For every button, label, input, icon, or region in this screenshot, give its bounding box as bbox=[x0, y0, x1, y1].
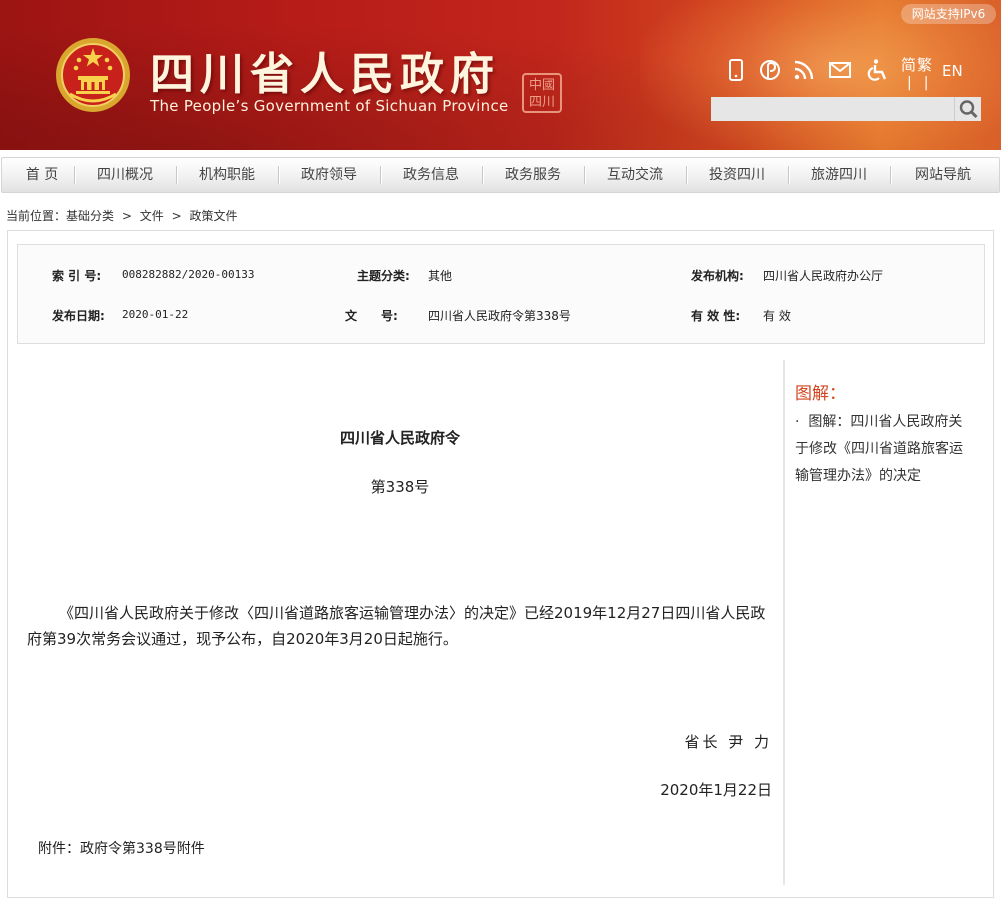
lang-separator: || bbox=[907, 75, 941, 91]
document-meta-box: 索 引 号: 008282882/2020-00133 主题分类: 其他 发布机… bbox=[17, 244, 985, 344]
accessibility-icon[interactable] bbox=[866, 58, 890, 82]
search-icon bbox=[959, 100, 978, 119]
nav-government-info[interactable]: 政务信息 bbox=[380, 158, 482, 192]
breadcrumb-item-files[interactable]: 文件 bbox=[140, 209, 164, 223]
lang-simplified-traditional[interactable]: 简繁 bbox=[901, 54, 933, 75]
validity-value: 有 效 bbox=[763, 309, 791, 323]
mail-icon[interactable] bbox=[828, 58, 852, 82]
mobile-icon[interactable] bbox=[724, 58, 748, 82]
rss-icon[interactable] bbox=[792, 58, 816, 82]
attachment-prefix: 附件： bbox=[38, 841, 80, 857]
date-value: 2020-01-22 bbox=[122, 308, 189, 321]
topic-label: 主题分类: bbox=[357, 269, 410, 283]
nav-home[interactable]: 首 页 bbox=[2, 158, 82, 192]
nav-invest-sichuan[interactable]: 投资四川 bbox=[686, 158, 788, 192]
nav-leaders[interactable]: 政府领导 bbox=[278, 158, 380, 192]
lang-english[interactable]: EN bbox=[942, 62, 963, 80]
weibo-icon[interactable] bbox=[758, 58, 782, 82]
nav-site-map[interactable]: 网站导航 bbox=[890, 158, 996, 192]
index-value: 008282882/2020-00133 bbox=[122, 268, 255, 281]
publisher-value: 四川省人民政府办公厅 bbox=[763, 269, 884, 283]
breadcrumb-item-policy-files[interactable]: 政策文件 bbox=[189, 209, 237, 223]
document-date: 2020年1月22日 bbox=[660, 781, 772, 799]
publisher-label: 发布机构: bbox=[691, 269, 744, 283]
seal-logo: 中國 四川 bbox=[522, 73, 562, 113]
doc-number-value: 四川省人民政府令第338号 bbox=[428, 309, 571, 323]
sidebar-title: 图解： bbox=[795, 384, 846, 404]
attachment-link[interactable]: 政府令第338号附件 bbox=[80, 841, 205, 857]
document-signature: 省长 尹 力 bbox=[684, 733, 772, 751]
main-nav: 首 页 四川概况 机构职能 政府领导 政务信息 政务服务 互动交流 投资四川 旅… bbox=[1, 157, 1000, 193]
site-header: 四川省人民政府 The People’s Government of Sichu… bbox=[0, 0, 1001, 150]
document-title: 四川省人民政府令 bbox=[339, 429, 460, 447]
breadcrumb-item-basic-category[interactable]: 基础分类 bbox=[66, 209, 114, 223]
breadcrumb-prefix: 当前位置： bbox=[6, 209, 67, 223]
nav-sichuan-overview[interactable]: 四川概况 bbox=[74, 158, 176, 192]
sidebar-link-text[interactable]: 图解：四川省人民政府关于修改《四川省道路旅客运输管理办法》的决定 bbox=[795, 414, 963, 484]
nav-interaction[interactable]: 互动交流 bbox=[584, 158, 686, 192]
sidebar-infographic-link[interactable]: · 图解：四川省人民政府关于修改《四川省道路旅客运输管理办法》的决定 bbox=[795, 409, 975, 490]
nav-travel-sichuan[interactable]: 旅游四川 bbox=[788, 158, 890, 192]
search-input[interactable] bbox=[711, 97, 954, 121]
ipv6-badge[interactable]: 网站支持IPv6 bbox=[901, 4, 996, 24]
breadcrumb: 当前位置：基础分类 > 文件 > 政策文件 bbox=[6, 207, 242, 224]
sidebar-divider bbox=[783, 360, 785, 885]
site-subtitle: The People’s Government of Sichuan Provi… bbox=[150, 97, 509, 115]
site-title[interactable]: 四川省人民政府 bbox=[150, 38, 500, 102]
document-body: 《四川省人民政府关于修改〈四川省道路旅客运输管理办法〉的决定》已经2019年12… bbox=[27, 604, 766, 648]
topic-value: 其他 bbox=[428, 269, 453, 283]
nav-institutions[interactable]: 机构职能 bbox=[176, 158, 278, 192]
validity-label: 有 效 性: bbox=[691, 309, 741, 323]
document-number: 第338号 bbox=[370, 478, 430, 496]
breadcrumb-separator: > bbox=[121, 209, 132, 223]
attachment-line: 附件：政府令第338号附件 bbox=[38, 838, 205, 858]
bullet-dot: · bbox=[795, 414, 800, 430]
doc-number-label: 文 号: bbox=[345, 309, 398, 323]
date-label: 发布日期: bbox=[52, 309, 105, 323]
nav-government-services[interactable]: 政务服务 bbox=[482, 158, 584, 192]
search-button[interactable] bbox=[954, 97, 981, 121]
breadcrumb-separator: > bbox=[171, 209, 182, 223]
index-label: 索 引 号: bbox=[52, 269, 102, 283]
national-emblem-icon[interactable] bbox=[54, 36, 132, 114]
